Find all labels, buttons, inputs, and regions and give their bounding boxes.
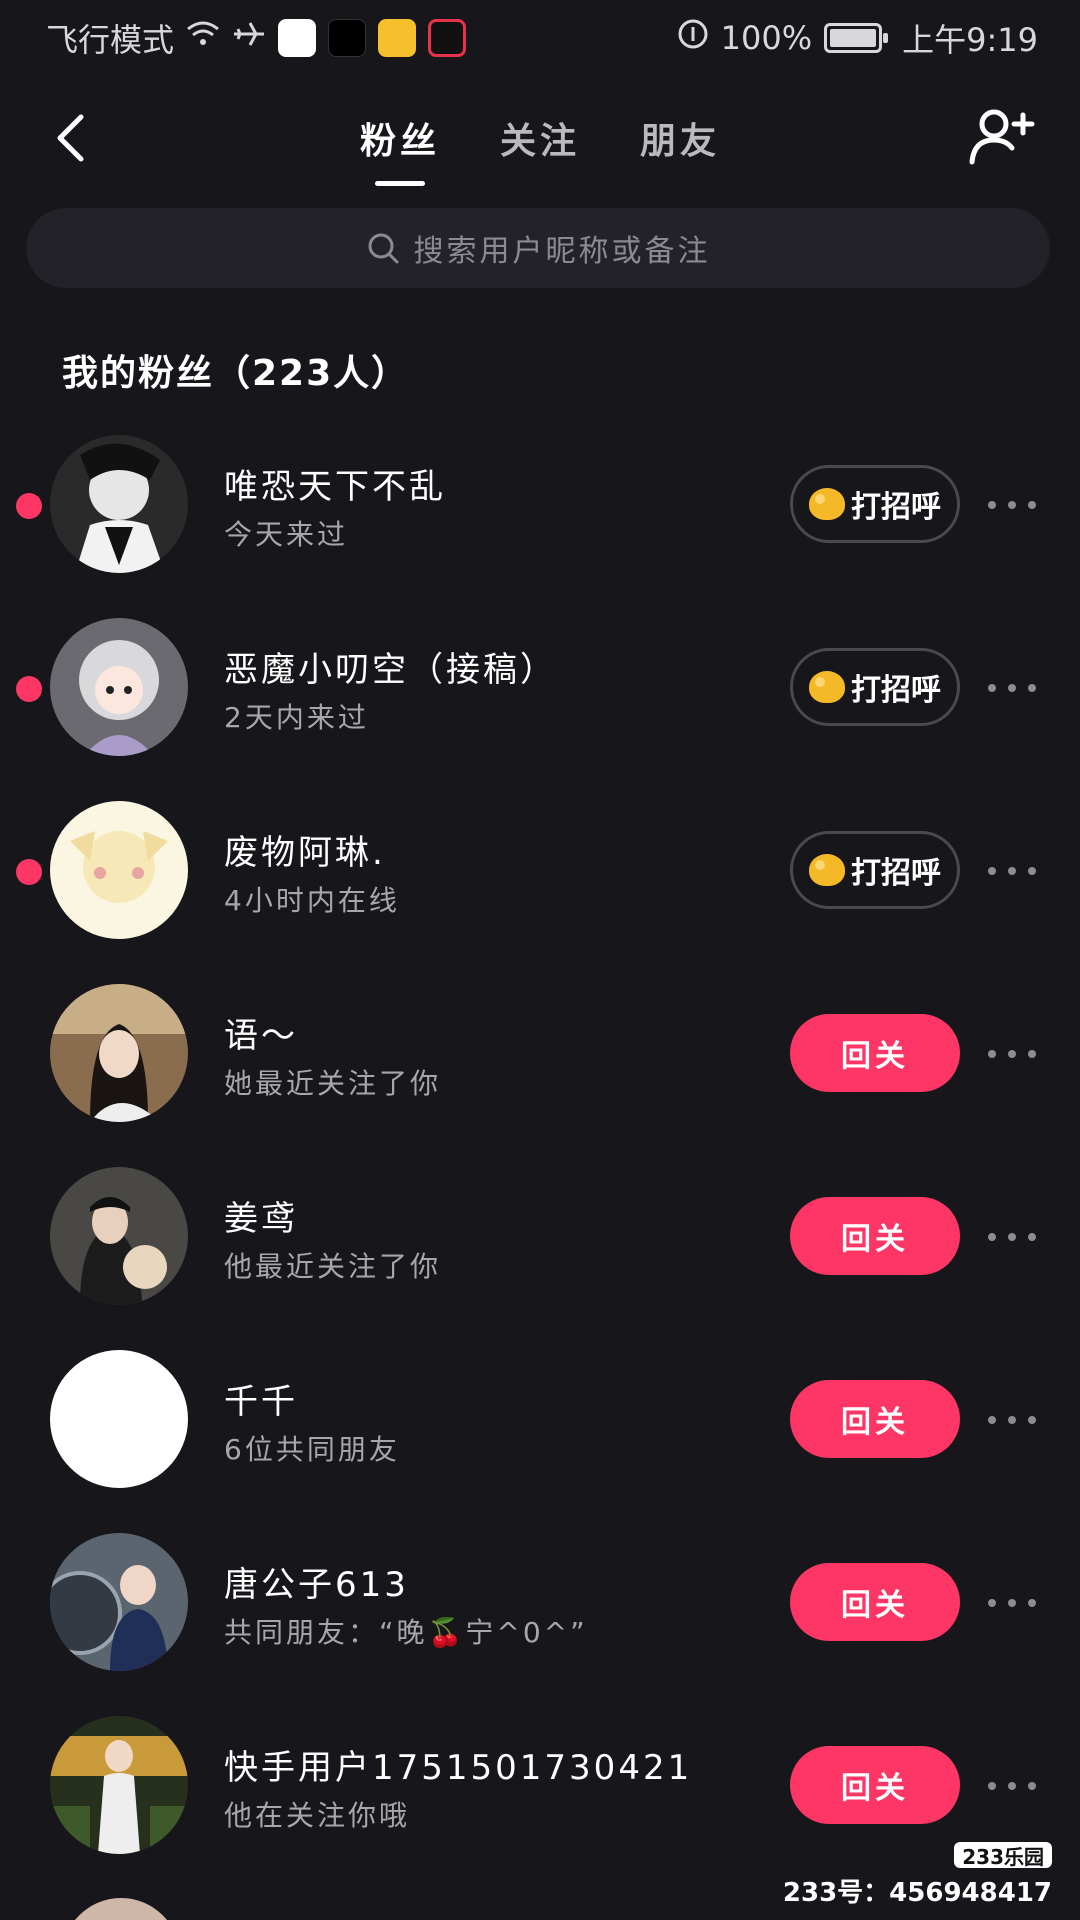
- follow-back-button[interactable]: 回关: [790, 1197, 960, 1275]
- avatar[interactable]: [50, 801, 188, 939]
- list-item[interactable]: 语～ 她最近关注了你 回关: [0, 972, 1080, 1155]
- greet-button[interactable]: 打招呼: [790, 648, 960, 726]
- list-item[interactable]: 快手用户1751501730421 他在关注你哦 回关: [0, 1704, 1080, 1887]
- avatar[interactable]: [50, 618, 188, 756]
- avatar[interactable]: [50, 1167, 188, 1305]
- greet-label: 打招呼: [851, 856, 941, 891]
- more-options-button[interactable]: [988, 1400, 1036, 1440]
- list-item[interactable]: 恶魔小叨空（接稿） 2天内来过 打招呼: [0, 606, 1080, 789]
- follow-back-button[interactable]: 回关: [790, 1380, 960, 1458]
- follow-back-button[interactable]: 回关: [790, 1014, 960, 1092]
- status-right: 100% 上午9:19: [677, 15, 1038, 61]
- follower-name: 唯恐天下不乱: [224, 467, 446, 507]
- tab-fans[interactable]: 粉丝: [360, 88, 440, 188]
- tab-friends[interactable]: 朋友: [640, 88, 720, 188]
- follow-back-button[interactable]: 回关: [790, 1746, 960, 1824]
- list-item[interactable]: 废物阿琳. 4小时内在线 打招呼: [0, 789, 1080, 972]
- wave-hand-icon: [809, 671, 845, 703]
- search-placeholder: 搜索用户昵称或备注: [413, 234, 711, 269]
- search-icon: [368, 233, 398, 264]
- greet-button[interactable]: 打招呼: [790, 465, 960, 543]
- follower-name: 唐公子613: [224, 1565, 409, 1605]
- follower-name: 语～: [224, 1016, 298, 1056]
- tab-bar: 粉丝 关注 朋友: [0, 88, 1080, 188]
- battery-percent: 100%: [720, 19, 813, 57]
- airplane-icon: [232, 19, 266, 57]
- unread-dot: [16, 676, 42, 702]
- follower-status: 4小时内在线: [224, 884, 400, 917]
- follower-status: 今天来过: [224, 518, 349, 551]
- tab-following[interactable]: 关注: [500, 88, 580, 188]
- wifi-icon: [186, 19, 220, 57]
- more-options-button[interactable]: [988, 1766, 1036, 1806]
- follower-name: 快手用户1751501730421: [224, 1748, 693, 1788]
- watermark-id: 233号：456948417: [782, 1878, 1052, 1908]
- follower-name: 千千: [224, 1382, 298, 1422]
- avatar[interactable]: [50, 1350, 188, 1488]
- app-icon-yellow: [378, 19, 417, 57]
- more-options-button[interactable]: [988, 1583, 1036, 1623]
- follow-back-button[interactable]: 回关: [790, 1563, 960, 1641]
- app-icon-green: [278, 19, 317, 57]
- wave-hand-icon: [809, 488, 845, 520]
- follower-status: 她最近关注了你: [224, 1067, 442, 1100]
- more-options-button[interactable]: [988, 668, 1036, 708]
- list-item[interactable]: 唯恐天下不乱 今天来过 打招呼: [0, 423, 1080, 606]
- follower-name: 废物阿琳.: [224, 833, 386, 873]
- list-item[interactable]: 姜鸢 他最近关注了你 回关: [0, 1155, 1080, 1338]
- avatar[interactable]: [50, 984, 188, 1122]
- unread-dot: [16, 493, 42, 519]
- data-saver-icon: [677, 18, 709, 58]
- list-item[interactable]: 千千 6位共同朋友 回关: [0, 1338, 1080, 1521]
- add-user-icon: [969, 109, 1035, 165]
- avatar[interactable]: [50, 1533, 188, 1671]
- follower-name: 姜鸢: [224, 1199, 298, 1239]
- greet-button[interactable]: 打招呼: [790, 831, 960, 909]
- follower-status: 他在关注你哦: [224, 1799, 411, 1832]
- more-options-button[interactable]: [988, 1217, 1036, 1257]
- app-icon-video: [428, 19, 467, 57]
- greet-label: 打招呼: [851, 673, 941, 708]
- clock: 上午9:19: [902, 21, 1038, 59]
- more-options-button[interactable]: [988, 485, 1036, 525]
- follower-status: 共同朋友：“晚🍒宁^0^”: [224, 1616, 588, 1649]
- header: 粉丝 关注 朋友: [0, 88, 1080, 188]
- follower-list: 唯恐天下不乱 今天来过 打招呼 恶魔小叨空（接稿） 2天内来过 打招呼 废物阿琳…: [0, 423, 1080, 1887]
- search-input[interactable]: 搜索用户昵称或备注: [26, 208, 1050, 288]
- status-left: 飞行模式: [46, 15, 467, 61]
- watermark-logo: 233乐园: [954, 1842, 1052, 1869]
- airplane-mode-label: 飞行模式: [46, 21, 175, 59]
- greet-label: 打招呼: [851, 490, 941, 525]
- unread-dot: [16, 859, 42, 885]
- add-friend-button[interactable]: [966, 102, 1036, 172]
- section-title: 我的粉丝（223人）: [62, 353, 410, 394]
- wave-hand-icon: [809, 854, 845, 886]
- follower-status: 他最近关注了你: [224, 1250, 442, 1283]
- list-item[interactable]: 唐公子613 共同朋友：“晚🍒宁^0^” 回关: [0, 1521, 1080, 1704]
- follower-name: 恶魔小叨空（接稿）: [224, 650, 557, 690]
- more-options-button[interactable]: [988, 1034, 1036, 1074]
- app-icon-stars: [328, 19, 367, 57]
- follower-status: 2天内来过: [224, 701, 369, 734]
- more-options-button[interactable]: [988, 851, 1036, 891]
- avatar[interactable]: [50, 435, 188, 573]
- follower-status: 6位共同朋友: [224, 1433, 400, 1466]
- battery-icon: [824, 23, 889, 53]
- avatar[interactable]: [50, 1716, 188, 1854]
- avatar[interactable]: [62, 1898, 180, 1920]
- status-bar: 飞行模式 100% 上午9:19: [0, 0, 1080, 76]
